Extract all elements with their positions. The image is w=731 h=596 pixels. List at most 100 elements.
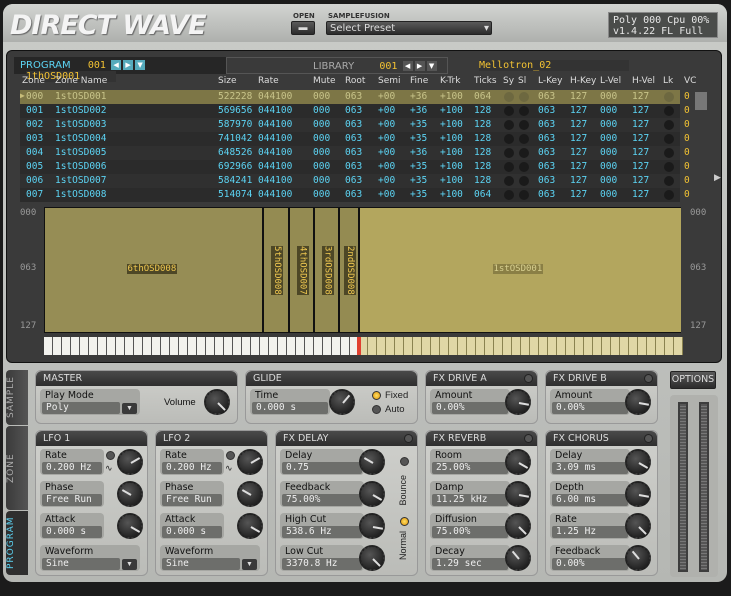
cell-semi[interactable]: +00 bbox=[378, 175, 395, 186]
side-tab-program[interactable]: PROGRAM bbox=[6, 511, 28, 575]
delay-low-cut-value[interactable]: 3370.8 Hz bbox=[282, 558, 362, 570]
toggle-lk[interactable] bbox=[664, 92, 674, 102]
cell-root[interactable]: 063 bbox=[345, 119, 362, 130]
glide-time-value[interactable]: 0.000 s bbox=[252, 402, 328, 414]
toggle-lk[interactable] bbox=[664, 148, 674, 158]
cell-size[interactable]: 587970 bbox=[218, 119, 252, 130]
cell-lvel[interactable]: 000 bbox=[600, 175, 617, 186]
cell-hkey[interactable]: 127 bbox=[570, 91, 587, 102]
prev-library-button[interactable]: ◀ bbox=[402, 61, 413, 71]
options-button[interactable]: OPTIONS bbox=[670, 371, 716, 389]
chorus-depth-knob[interactable] bbox=[625, 481, 651, 507]
cell-hvel[interactable]: 127 bbox=[632, 105, 649, 116]
cell-hvel[interactable]: 127 bbox=[632, 189, 649, 200]
cell-fine[interactable]: +36 bbox=[410, 91, 427, 102]
cell-rate[interactable]: 044100 bbox=[258, 105, 292, 116]
table-row[interactable]: 005 1stOSD006 692966 044100 000 063 +00 +35 +100… bbox=[20, 160, 690, 174]
cell-lkey[interactable]: 063 bbox=[538, 91, 555, 102]
cell-vc[interactable]: 0 bbox=[684, 119, 690, 130]
delay-high-cut-knob[interactable] bbox=[359, 513, 385, 539]
column-header-vc[interactable]: VC bbox=[684, 76, 696, 86]
cell-hkey[interactable]: 127 bbox=[570, 119, 587, 130]
toggle-sl[interactable] bbox=[519, 106, 529, 116]
cell-mute[interactable]: 000 bbox=[313, 105, 330, 116]
table-row[interactable]: 002 1stOSD003 587970 044100 000 063 +00 +35 +100… bbox=[20, 118, 690, 132]
volume-knob[interactable] bbox=[204, 389, 230, 415]
delay-delay-knob[interactable] bbox=[359, 449, 385, 475]
cell-lkey[interactable]: 063 bbox=[538, 189, 555, 200]
cell-hkey[interactable]: 127 bbox=[570, 161, 587, 172]
zone-block[interactable]: 2ndOSD008 bbox=[340, 208, 360, 332]
cell-vc[interactable]: 0 bbox=[684, 91, 690, 102]
cell-ticks[interactable]: 128 bbox=[474, 147, 491, 158]
cell-rate[interactable]: 044100 bbox=[258, 161, 292, 172]
drive-a-amount-knob[interactable] bbox=[505, 389, 531, 415]
cell-root[interactable]: 063 bbox=[345, 189, 362, 200]
lfo1-phase-value[interactable]: Free Run bbox=[42, 494, 102, 506]
delay-high-cut-value[interactable]: 538.6 Hz bbox=[282, 526, 362, 538]
chorus-rate-knob[interactable] bbox=[625, 513, 651, 539]
cell-lvel[interactable]: 000 bbox=[600, 189, 617, 200]
program-menu-button[interactable]: ▼ bbox=[135, 60, 146, 70]
open-button[interactable]: ▬ bbox=[291, 21, 315, 35]
toggle-sy[interactable] bbox=[504, 120, 514, 130]
table-row[interactable]: 006 1stOSD007 584241 044100 000 063 +00 +35 +100… bbox=[20, 174, 690, 188]
cell-semi[interactable]: +00 bbox=[378, 189, 395, 200]
cell-zone[interactable]: 001 bbox=[26, 105, 43, 116]
drive-b-amount-knob[interactable] bbox=[625, 389, 651, 415]
cell-hkey[interactable]: 127 bbox=[570, 133, 587, 144]
cell-fine[interactable]: +35 bbox=[410, 189, 427, 200]
cell-size[interactable]: 692966 bbox=[218, 161, 252, 172]
lfo1-rate-knob[interactable] bbox=[117, 449, 143, 475]
toggle-sl[interactable] bbox=[519, 190, 529, 200]
table-row[interactable]: 004 1stOSD005 648526 044100 000 063 +00 +36 +100… bbox=[20, 146, 690, 160]
keyboard-mapped-range[interactable] bbox=[359, 337, 683, 355]
drive-a-panel-enable-led[interactable] bbox=[524, 374, 533, 383]
cell-root[interactable]: 063 bbox=[345, 175, 362, 186]
cell-lvel[interactable]: 000 bbox=[600, 133, 617, 144]
lfo2-rate-knob[interactable] bbox=[237, 449, 263, 475]
lfo-sync-led[interactable] bbox=[106, 451, 115, 460]
table-row[interactable]: 007 1stOSD008 514074 044100 000 063 +00 +35 +100… bbox=[20, 188, 690, 202]
cell-lkey[interactable]: 063 bbox=[538, 175, 555, 186]
reverb-damp-knob[interactable] bbox=[505, 481, 531, 507]
cell-mute[interactable]: 000 bbox=[313, 147, 330, 158]
cell-ktrk[interactable]: +100 bbox=[440, 147, 463, 158]
column-header-fine[interactable]: Fine bbox=[410, 76, 428, 86]
zone-block[interactable]: 6thOSD008 bbox=[45, 208, 264, 332]
lfo2-phase-value[interactable]: Free Run bbox=[162, 494, 222, 506]
cell-lkey[interactable]: 063 bbox=[538, 105, 555, 116]
column-header-sl[interactable]: Sl bbox=[518, 76, 526, 86]
cell-ticks[interactable]: 064 bbox=[474, 189, 491, 200]
cell-zonename[interactable]: 1stOSD006 bbox=[55, 161, 106, 172]
column-header-lkey[interactable]: L-Key bbox=[538, 76, 562, 86]
cell-hkey[interactable]: 127 bbox=[570, 105, 587, 116]
side-tab-sample[interactable]: SAMPLE bbox=[6, 370, 28, 425]
cell-vc[interactable]: 0 bbox=[684, 105, 690, 116]
cell-zonename[interactable]: 1stOSD002 bbox=[55, 105, 106, 116]
cell-hkey[interactable]: 127 bbox=[570, 147, 587, 158]
tab-library[interactable]: LIBRARY 001 ◀ ▶ ▼ bbox=[226, 57, 448, 74]
cell-root[interactable]: 063 bbox=[345, 91, 362, 102]
cell-hvel[interactable]: 127 bbox=[632, 91, 649, 102]
column-header-hkey[interactable]: H-Key bbox=[570, 76, 596, 86]
cell-size[interactable]: 569656 bbox=[218, 105, 252, 116]
cell-size[interactable]: 741042 bbox=[218, 133, 252, 144]
toggle-sl[interactable] bbox=[519, 134, 529, 144]
cell-root[interactable]: 063 bbox=[345, 147, 362, 158]
cell-root[interactable]: 063 bbox=[345, 105, 362, 116]
toggle-sl[interactable] bbox=[519, 120, 529, 130]
cell-rate[interactable]: 044100 bbox=[258, 133, 292, 144]
cell-zonename[interactable]: 1stOSD008 bbox=[55, 189, 106, 200]
cell-zone[interactable]: 006 bbox=[26, 175, 43, 186]
cell-mute[interactable]: 000 bbox=[313, 161, 330, 172]
cell-hkey[interactable]: 127 bbox=[570, 175, 587, 186]
cell-fine[interactable]: +36 bbox=[410, 105, 427, 116]
cell-zonename[interactable]: 1stOSD001 bbox=[55, 91, 106, 102]
lfo1-attack-knob[interactable] bbox=[117, 513, 143, 539]
cell-zonename[interactable]: 1stOSD004 bbox=[55, 133, 106, 144]
cell-hkey[interactable]: 127 bbox=[570, 189, 587, 200]
cell-zone[interactable]: 003 bbox=[26, 133, 43, 144]
column-header-semi[interactable]: Semi bbox=[378, 76, 401, 86]
cell-mute[interactable]: 000 bbox=[313, 133, 330, 144]
